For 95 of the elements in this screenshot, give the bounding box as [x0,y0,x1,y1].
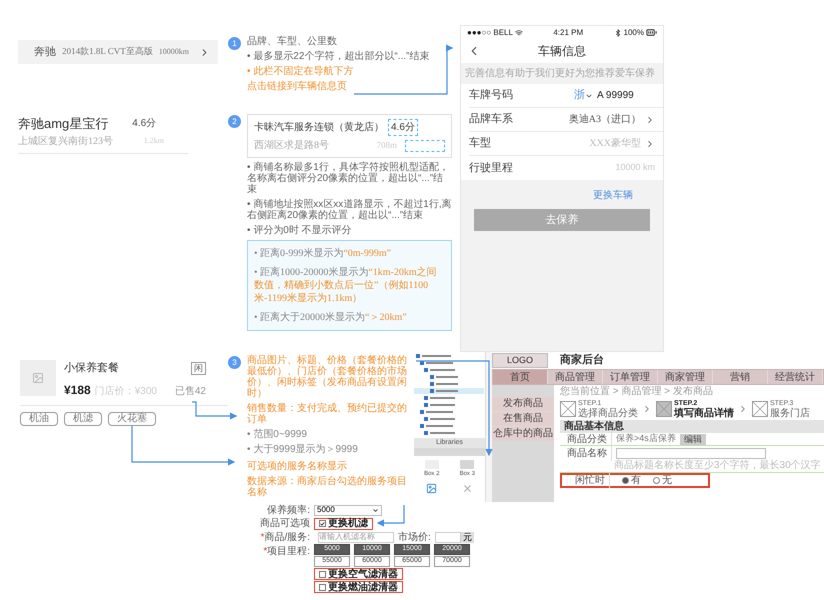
row-label: 行驶里程 [469,160,513,176]
row-value[interactable]: 奥迪A3（进口） [568,112,641,127]
product-title: 小保养套餐 [64,360,119,376]
option-checkbox[interactable]: 更换燃油滤清器 [314,581,403,593]
field-label: 商品名称 [560,446,612,460]
note-number: 2 [228,115,241,128]
product-price: ¥188 [64,382,91,398]
caret-icon [372,506,379,514]
service-tag: 火花塞 [108,412,156,426]
backend-title: 商家后台 [560,352,604,368]
shop-rating: 4.6分 [388,119,418,136]
sidebar-item[interactable]: 发布商品 [492,397,554,411]
field-hint: 商品标题名称长度至少3个字符，最长30个汉字 [560,460,824,473]
shop-name: 卡昧汽车服务连锁（黄龙店） [254,120,384,135]
field-label: 商品分类 [560,432,612,446]
note-number: 1 [228,37,241,50]
section-header: 商品基本信息 [560,420,824,433]
frequency-select[interactable]: 5000 [314,504,382,516]
rule-text: • 距离大于20000米显示为“＞20km” [254,311,408,324]
field-label: 商品可选项 [259,516,311,531]
note-text: • 商铺地址按照xx区xx道路显示，不超过1行,离右侧距离20像素的位置，超出以“...”结束 [247,199,452,221]
field-label: 保养频率: [266,504,311,518]
nav-tab[interactable]: 商家管理 [658,370,713,384]
nav-tab[interactable]: 商品管理 [548,370,603,384]
vehicle-model: 2014款1.8L CVT至高版 [62,45,153,58]
bluetooth-icon [614,28,622,36]
row-label: 车牌号码 [469,88,513,104]
nav-tab[interactable]: 首页 [493,370,548,384]
image-icon [32,372,44,384]
step-text: 服务门店 [770,409,810,419]
sidebar-item[interactable]: 仓库中的商品 [492,427,554,441]
carrier-text: ●●●○○ BELL [467,26,513,38]
note-text: 数据来源：商家后台勾选的服务项目名称 [247,476,408,498]
nav-tab[interactable]: 订单管理 [603,370,658,384]
library-shape-icon[interactable] [460,460,474,469]
vehicle-brand: 奔驰 [34,44,56,60]
radio-option[interactable]: 有 [622,473,641,488]
field-label: *商品/服务: [260,530,311,544]
note-text: 销售数量：支付完成、预约已提交的订单 [247,403,408,425]
sidebar-item[interactable]: 在售商品 [492,412,554,426]
connector-arrow [192,401,238,420]
category-value: 保养>4s店保养 [615,432,677,446]
option-checkbox[interactable]: 更换机滤 [314,518,373,530]
note-text: • 大于9999显示为＞9999 [247,444,359,455]
note-text: • 评分为0时 不显示评分 [247,225,353,236]
service-tag: 机滤 [64,412,102,426]
row-label: 车型 [469,136,491,152]
note-text: • 此栏不固定在导航下方 [247,66,354,77]
radio-option[interactable]: 无 [653,473,672,488]
shop-address: 上城区复兴南街123号 [18,134,113,148]
logo-box: LOGO [492,353,548,368]
rule-text: • 距离0-999米显示为“0m-999m” [254,247,392,260]
note-number: 3 [228,356,241,369]
field-label: *项目里程: [262,545,311,559]
product-name-field[interactable] [616,448,766,458]
sold-count: 已售42 [174,384,206,398]
screen-title: 车辆信息 [538,43,586,60]
step-text: 选择商品分类 [578,409,638,419]
dashed-marker [405,140,445,152]
price-field[interactable] [434,532,461,542]
note-text: • 范围0~9999 [247,429,308,440]
note-text: • 商铺名称最多1行，具体字符按照机型适配，名称离右侧评分20像素的位置，超出以“...”结束 [247,162,450,195]
dropdown-bar[interactable] [414,448,485,456]
option-checkbox[interactable]: 更换空气滤清器 [314,568,403,580]
plate-number[interactable]: A 99999 [597,88,655,103]
vehicle-bar[interactable]: 奔驰 2014款1.8L CVT至高版 10000km [18,40,218,64]
battery-text: 100% [624,26,644,38]
edit-button[interactable]: 编辑 [680,434,706,444]
battery-icon [646,27,657,38]
service-name-field[interactable]: 请输入机滤名称 [318,532,394,542]
breadcrumb: 您当前位置 > 商品管理 > 发布商品 [560,385,714,398]
field-label: 市场价: [398,530,431,544]
step-text: 填写商品详情 [674,409,734,419]
service-tag: 机油 [20,412,58,426]
rule-text: • 距离1000-20000米显示为“1km-20km之间数值，精确到小数点后一位”（例如1100米-1199米显示为1.1km） [254,266,438,305]
unit-label: 元 [460,532,474,542]
shop-address: 西湖区求是路8号 [254,138,329,153]
vehicle-mileage: 10000km [158,46,189,58]
note-text: 品牌、车型、公里数 [247,36,338,47]
hint-text: 完善信息有助于我们更好为您推荐爱车保养 [464,66,656,81]
note-text: 点击链接到车辆信息页 [247,81,348,92]
field-label: 闲忙时 [562,473,610,488]
shop-rating: 4.6分 [132,117,156,132]
clock-text: 4:21 PM [553,26,584,38]
note-text: 商品图片、标题、价格（套餐价格的最低价）、门店价（套餐价格的市场价）、闲时标签（发布商品有设置闲时） [247,355,408,399]
nav-tab[interactable]: 营销 [713,370,768,384]
row-label: 品牌车系 [469,112,513,128]
idle-badge: 闲 [191,362,206,375]
note-text: • 最多显示22个字符，超出部分以“...”结束 [247,51,430,62]
nav-tab[interactable]: 经营统计 [768,370,823,384]
note-text: 可选项的服务名称显示 [247,461,348,472]
image-icon[interactable] [426,483,438,494]
wifi-icon [514,28,523,36]
connector-arrow [376,505,405,527]
shop-name: 奔驰amg星宝行 [18,115,108,133]
